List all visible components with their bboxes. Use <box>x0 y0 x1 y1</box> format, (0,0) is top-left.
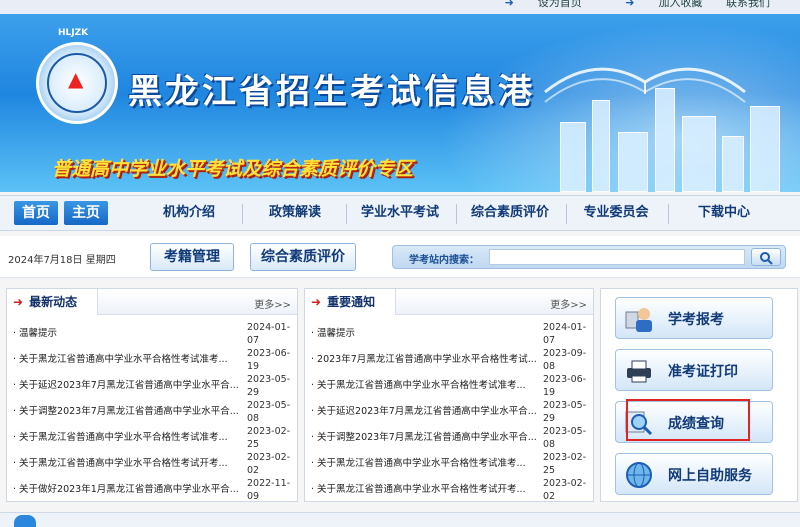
logo-star-icon: ▲ <box>68 67 84 91</box>
latest-news-panel: ➜ 最新动态 更多>> · 温馨提示 2024-01-07 · 关于黑龙江省普通高中学… <box>6 288 298 502</box>
nav-main-button[interactable]: 主页 <box>64 201 108 225</box>
list-item[interactable]: · 关于黑龙江省普通高中学业水平合格性考试准考... 2023-06-19 <box>305 373 593 399</box>
news-title[interactable]: · 关于调整2023年7月黑龙江省普通高中学业水平合... <box>311 429 539 443</box>
news-title[interactable]: · 关于黑龙江省普通高中学业水平合格性考试准考... <box>311 455 539 469</box>
search-input[interactable] <box>489 249 745 265</box>
news-date: 2023-06-19 <box>543 374 587 398</box>
news-title[interactable]: · 关于黑龙江省普通高中学业水平合格性考试开考... <box>13 455 241 469</box>
self-service-button[interactable]: 网上自助服务 <box>615 453 773 495</box>
news-title[interactable]: · 关于调整2023年7月黑龙江省普通高中学业水平合... <box>13 403 241 417</box>
add-favorite-link[interactable]: ➜ 加入收藏 <box>605 0 702 9</box>
news-title[interactable]: · 关于延迟2023年7月黑龙江省普通高中学业水平合... <box>311 403 539 417</box>
list-item[interactable]: · 关于黑龙江省普通高中学业水平合格性考试准考... 2023-02-25 <box>7 425 297 451</box>
news-title[interactable]: · 关于黑龙江省普通高中学业水平合格性考试开考... <box>311 481 539 495</box>
quick-services-panel: 学考报考 准考证打印 成绩查询 网上自助服务 <box>600 288 798 502</box>
site-subtitle: 普通高中学业水平考试及综合素质评价专区 <box>52 158 414 180</box>
top-bar: ➜ 设为首页 ➜ 加入收藏 联系我们 <box>0 0 800 14</box>
globe-icon <box>626 462 652 488</box>
news-title[interactable]: · 关于做好2023年1月黑龙江省普通高中学业水平合... <box>13 481 241 495</box>
student-status-button[interactable]: 考籍管理 <box>150 243 234 271</box>
footer-icon <box>14 515 36 527</box>
nav-home-button[interactable]: 首页 <box>14 201 58 225</box>
site-title: 黑龙江省招生考试信息港 <box>128 72 535 112</box>
latest-news-tab[interactable]: ➜ 最新动态 <box>7 289 99 315</box>
notices-list: · 温馨提示 2024-01-07 · 2023年7月黑龙江省普通高中学业水平合格性… <box>305 321 593 503</box>
current-date: 2024年7月18日 星期四 <box>8 255 116 266</box>
news-title[interactable]: · 关于延迟2023年7月黑龙江省普通高中学业水平合... <box>13 377 241 391</box>
arrow-right-icon: ➜ <box>13 295 24 309</box>
self-service-label: 网上自助服务 <box>668 468 752 484</box>
list-item[interactable]: · 关于延迟2023年7月黑龙江省普通高中学业水平合... 2023-05-29 <box>305 399 593 425</box>
contact-link[interactable]: 联系我们 <box>726 0 770 9</box>
news-title[interactable]: · 温馨提示 <box>311 325 539 339</box>
list-item[interactable]: · 温馨提示 2024-01-07 <box>305 321 593 347</box>
banner: ▲ HLJZK 黑龙江省招生考试信息港 普通高中学业水平考试及综合素质评价专区 <box>0 14 800 192</box>
news-date: 2023-09-08 <box>543 348 587 372</box>
list-item[interactable]: · 关于黑龙江省普通高中学业水平合格性考试开考... 2023-02-02 <box>7 451 297 477</box>
news-date: 2024-01-07 <box>543 322 587 346</box>
news-date: 2023-05-29 <box>543 400 587 424</box>
top-links: ➜ 设为首页 ➜ 加入收藏 联系我们 <box>465 0 770 10</box>
news-date: 2022-11-09 <box>247 478 291 502</box>
news-date: 2023-06-19 <box>247 348 291 372</box>
main-nav: 首页 主页 机构介绍 政策解读 学业水平考试 综合素质评价 专业委员会 下载中心 <box>0 195 800 231</box>
print-ticket-button[interactable]: 准考证打印 <box>615 349 773 391</box>
highlight-box <box>626 399 750 441</box>
notices-tab[interactable]: ➜ 重要通知 <box>305 289 397 315</box>
footer-strip <box>0 512 800 527</box>
latest-news-list: · 温馨提示 2024-01-07 · 关于黑龙江省普通高中学业水平合格性考试准考.… <box>7 321 297 503</box>
printer-icon <box>627 360 651 383</box>
list-item[interactable]: · 温馨提示 2024-01-07 <box>7 321 297 347</box>
site-search: 学考站内搜索： <box>392 245 786 269</box>
notices-panel: ➜ 重要通知 更多>> · 温馨提示 2024-01-07 · 2023年7月黑龙江省… <box>304 288 594 502</box>
list-item[interactable]: · 关于黑龙江省普通高中学业水平合格性考试准考... 2023-02-25 <box>305 451 593 477</box>
notices-more-link[interactable]: 更多>> <box>550 296 587 311</box>
news-date: 2023-05-08 <box>543 426 587 450</box>
register-exam-button[interactable]: 学考报考 <box>615 297 773 339</box>
list-item[interactable]: · 关于黑龙江省普通高中学业水平合格性考试准考... 2023-06-19 <box>7 347 297 373</box>
arrow-right-icon: ➜ <box>311 295 322 309</box>
news-date: 2023-02-25 <box>247 426 291 450</box>
site-logo[interactable]: ▲ <box>36 42 118 124</box>
nav-item-exam[interactable]: 学业水平考试 <box>350 196 450 230</box>
news-title[interactable]: · 关于黑龙江省普通高中学业水平合格性考试准考... <box>13 429 241 443</box>
list-item[interactable]: · 关于黑龙江省普通高中学业水平合格性考试开考... 2023-02-02 <box>305 477 593 503</box>
nav-item-downloads[interactable]: 下载中心 <box>676 196 772 230</box>
set-home-link[interactable]: ➜ 设为首页 <box>485 0 582 9</box>
news-date: 2023-02-02 <box>543 478 587 502</box>
list-item[interactable]: · 关于调整2023年7月黑龙江省普通高中学业水平合... 2023-05-08 <box>7 399 297 425</box>
news-title[interactable]: · 温馨提示 <box>13 325 241 339</box>
search-label: 学考站内搜索： <box>409 255 479 266</box>
user-register-icon <box>625 308 652 332</box>
search-icon <box>760 252 773 265</box>
nav-item-policy[interactable]: 政策解读 <box>250 196 340 230</box>
register-exam-label: 学考报考 <box>668 312 724 328</box>
open-book-icon <box>544 67 746 103</box>
news-date: 2024-01-07 <box>247 322 291 346</box>
news-date: 2023-05-08 <box>247 400 291 424</box>
nav-item-evaluation[interactable]: 综合素质评价 <box>460 196 560 230</box>
news-title[interactable]: · 关于黑龙江省普通高中学业水平合格性考试准考... <box>311 377 539 391</box>
nav-item-about[interactable]: 机构介绍 <box>144 196 234 230</box>
news-date: 2023-05-29 <box>247 374 291 398</box>
news-date: 2023-02-25 <box>543 452 587 476</box>
comprehensive-eval-button[interactable]: 综合素质评价 <box>250 243 356 271</box>
list-item[interactable]: · 关于调整2023年7月黑龙江省普通高中学业水平合... 2023-05-08 <box>305 425 593 451</box>
news-title[interactable]: · 2023年7月黑龙江省普通高中学业水平合格性考试... <box>311 351 539 365</box>
search-button[interactable] <box>751 248 781 266</box>
list-item[interactable]: · 关于延迟2023年7月黑龙江省普通高中学业水平合... 2023-05-29 <box>7 373 297 399</box>
logo-tag: HLJZK <box>58 28 89 38</box>
news-title[interactable]: · 关于黑龙江省普通高中学业水平合格性考试准考... <box>13 351 241 365</box>
latest-news-more-link[interactable]: 更多>> <box>254 296 291 311</box>
nav-item-committee[interactable]: 专业委员会 <box>570 196 662 230</box>
print-ticket-label: 准考证打印 <box>668 364 738 380</box>
list-item[interactable]: · 2023年7月黑龙江省普通高中学业水平合格性考试... 2023-09-08 <box>305 347 593 373</box>
news-date: 2023-02-02 <box>247 452 291 476</box>
list-item[interactable]: · 关于做好2023年1月黑龙江省普通高中学业水平合... 2022-11-09 <box>7 477 297 503</box>
